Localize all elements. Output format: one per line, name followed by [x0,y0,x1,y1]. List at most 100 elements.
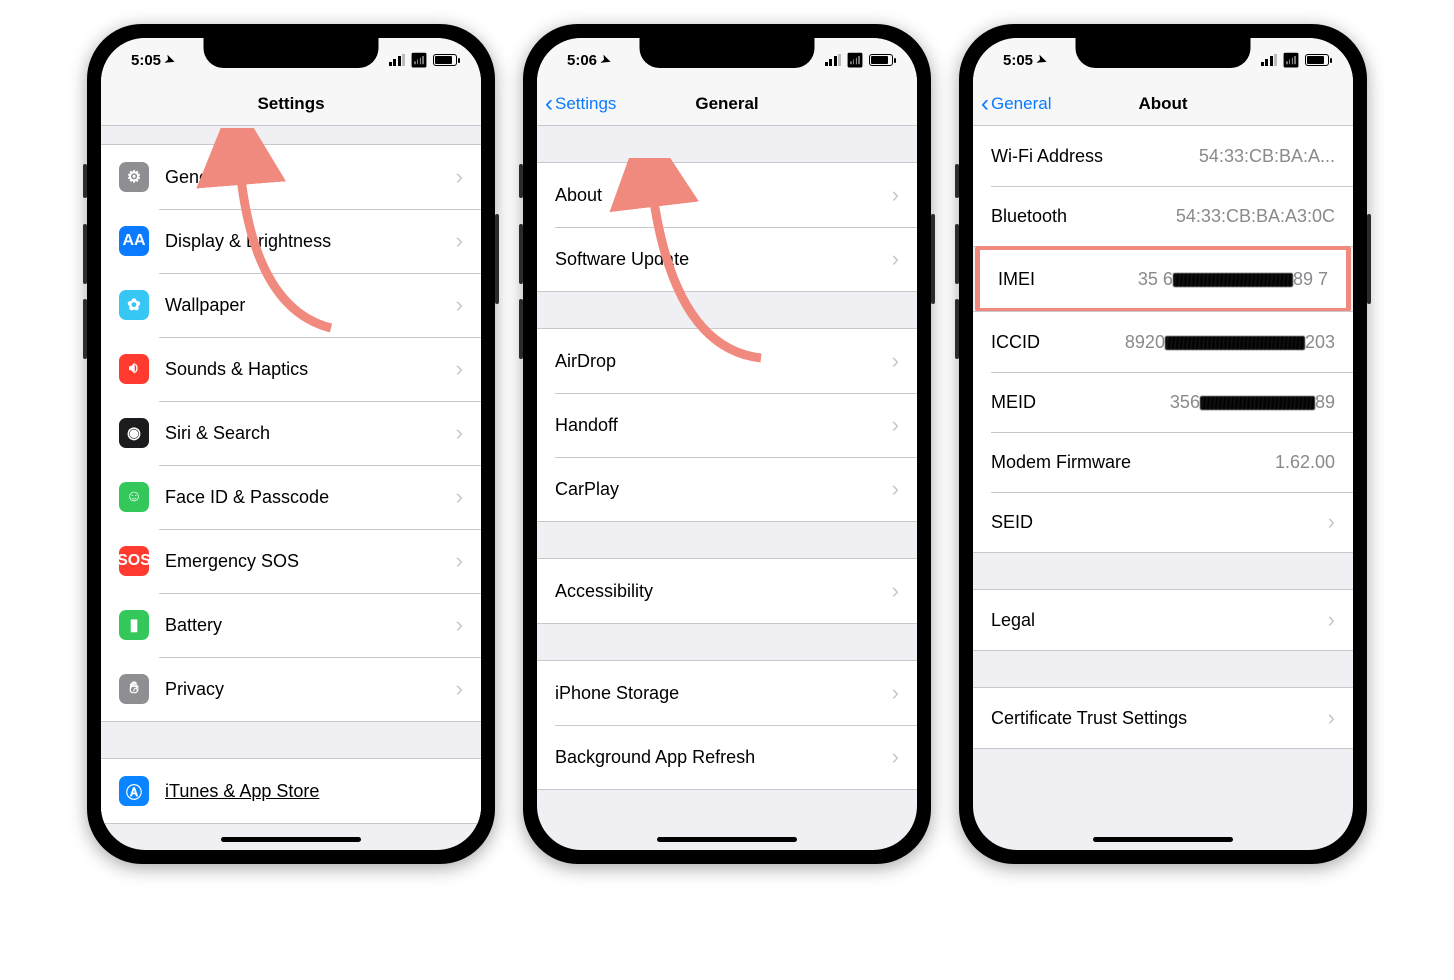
row-modem-firmware[interactable]: Modem Firmware 1.62.00 [973,432,1353,492]
row-accessibility[interactable]: Accessibility › [537,559,917,623]
row-label: Wallpaper [165,295,245,316]
chevron-right-icon: › [892,412,899,438]
nav-bar: ‹ Settings General [537,82,917,126]
page-title: Settings [257,94,324,114]
row-label: SEID [991,512,1033,533]
row-label: Handoff [555,415,618,436]
siri-icon: ◉ [119,418,149,448]
content-scroll[interactable]: About › Software Update › AirDrop › Hand… [537,126,917,850]
battery-row-icon: ▮ [119,610,149,640]
row-label: Background App Refresh [555,747,755,768]
cellular-icon [1261,54,1278,66]
home-indicator[interactable] [1093,837,1233,842]
row-label: Privacy [165,679,224,700]
row-label: CarPlay [555,479,619,500]
chevron-right-icon: › [456,548,463,574]
row-sounds-haptics[interactable]: 🔉︎ Sounds & Haptics › [101,337,481,401]
row-label: Software Update [555,249,689,270]
back-label: Settings [555,94,616,114]
row-label: ICCID [991,332,1040,353]
redacted-icon [1200,396,1315,410]
row-label: iTunes & App Store [165,781,319,802]
row-value: 54:33:CB:BA:A... [1199,146,1335,167]
row-label: Certificate Trust Settings [991,708,1187,729]
row-label: iPhone Storage [555,683,679,704]
row-bluetooth[interactable]: Bluetooth 54:33:CB:BA:A3:0C [973,186,1353,246]
notch [204,38,379,68]
row-value: 35689 [1170,392,1335,413]
row-wallpaper[interactable]: ✿ Wallpaper › [101,273,481,337]
back-button[interactable]: ‹ Settings [545,82,616,125]
back-label: General [991,94,1051,114]
row-privacy[interactable]: ✋︎ Privacy › [101,657,481,721]
chevron-right-icon: › [456,420,463,446]
chevron-right-icon: › [456,676,463,702]
row-iccid[interactable]: ICCID 8920203 [973,312,1353,372]
status-time: 5:06 [567,52,597,69]
back-button[interactable]: ‹ General [981,82,1051,125]
redacted-icon [1173,273,1293,287]
chevron-right-icon: › [892,246,899,272]
wifi-icon: 📶︎ [846,52,864,69]
row-legal[interactable]: Legal › [973,590,1353,650]
row-seid[interactable]: SEID › [973,492,1353,552]
row-about[interactable]: About › [537,163,917,227]
page-title: General [695,94,758,114]
row-wifi-address[interactable]: Wi-Fi Address 54:33:CB:BA:A... [973,126,1353,186]
appstore-icon: Ⓐ [119,776,149,806]
row-siri-search[interactable]: ◉ Siri & Search › [101,401,481,465]
chevron-right-icon: › [892,348,899,374]
wifi-icon: 📶︎ [410,52,428,69]
cellular-icon [825,54,842,66]
row-imei[interactable]: IMEI 35 689 7 [980,250,1346,308]
row-iphone-storage[interactable]: iPhone Storage › [537,661,917,725]
row-background-app-refresh[interactable]: Background App Refresh › [537,725,917,789]
row-certificate-trust[interactable]: Certificate Trust Settings › [973,688,1353,748]
home-indicator[interactable] [221,837,361,842]
chevron-right-icon: › [1328,509,1335,535]
battery-icon [433,54,457,66]
chevron-right-icon: › [892,680,899,706]
chevron-right-icon: › [1328,607,1335,633]
chevron-right-icon: › [456,484,463,510]
row-handoff[interactable]: Handoff › [537,393,917,457]
row-meid[interactable]: MEID 35689 [973,372,1353,432]
home-indicator[interactable] [657,837,797,842]
row-value: 1.62.00 [1275,452,1335,473]
gear-icon: ⚙︎ [119,162,149,192]
chevron-right-icon: › [456,356,463,382]
status-time: 5:05 [1003,52,1033,69]
row-emergency-sos[interactable]: SOS Emergency SOS › [101,529,481,593]
content-scroll[interactable]: Wi-Fi Address 54:33:CB:BA:A... Bluetooth… [973,126,1353,850]
row-label: Sounds & Haptics [165,359,308,380]
phone-general: 5:06 ➤ 📶︎ ‹ Settings General About › [523,24,931,864]
chevron-left-icon: ‹ [545,92,553,116]
content-scroll[interactable]: ⚙︎ General › AA Display & Brightness › ✿… [101,126,481,850]
chevron-right-icon: › [456,164,463,190]
phone-settings: 5:05 ➤ 📶︎ Settings ⚙︎ General › AA [87,24,495,864]
row-faceid-passcode[interactable]: ☺︎ Face ID & Passcode › [101,465,481,529]
row-carplay[interactable]: CarPlay › [537,457,917,521]
row-software-update[interactable]: Software Update › [537,227,917,291]
row-value: 8920203 [1125,332,1335,353]
wallpaper-icon: ✿ [119,290,149,320]
row-general[interactable]: ⚙︎ General › [101,145,481,209]
row-label: Display & Brightness [165,231,331,252]
row-itunes-appstore[interactable]: Ⓐ iTunes & App Store [101,759,481,823]
display-icon: AA [119,226,149,256]
row-airdrop[interactable]: AirDrop › [537,329,917,393]
row-label: Modem Firmware [991,452,1131,473]
chevron-right-icon: › [456,228,463,254]
sos-icon: SOS [119,546,149,576]
notch [1076,38,1251,68]
chevron-left-icon: ‹ [981,92,989,116]
row-display-brightness[interactable]: AA Display & Brightness › [101,209,481,273]
status-time: 5:05 [131,52,161,69]
row-label: General [165,167,229,188]
chevron-right-icon: › [892,578,899,604]
chevron-right-icon: › [1328,705,1335,731]
chevron-right-icon: › [892,476,899,502]
row-value: 54:33:CB:BA:A3:0C [1176,206,1335,227]
row-battery[interactable]: ▮ Battery › [101,593,481,657]
row-label: AirDrop [555,351,616,372]
